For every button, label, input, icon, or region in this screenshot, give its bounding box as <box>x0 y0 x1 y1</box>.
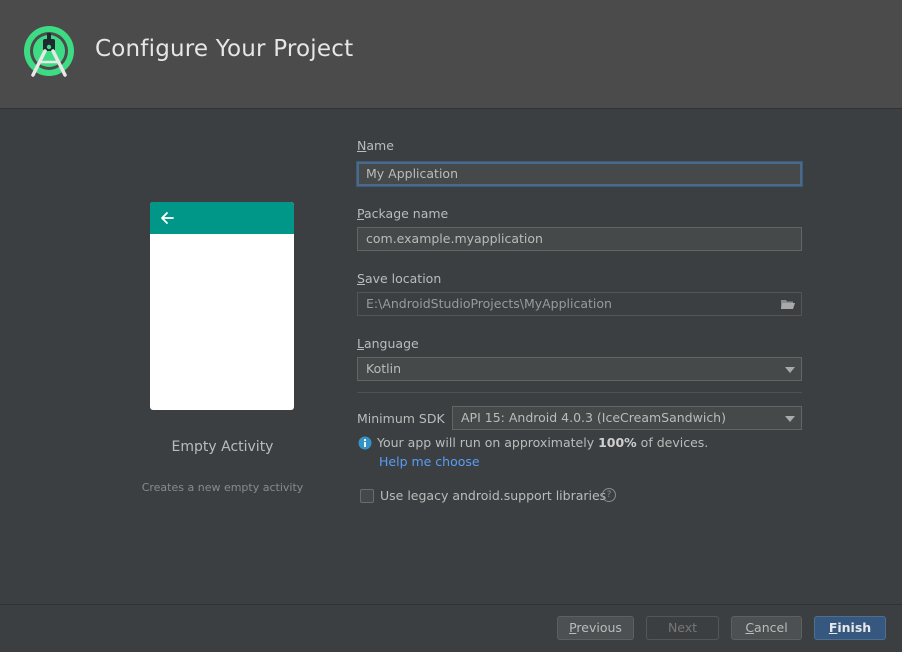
template-description: Creates a new empty activity <box>141 481 304 494</box>
chevron-down-icon <box>785 416 795 422</box>
name-field[interactable]: My Application <box>357 162 802 186</box>
minimum-sdk-value: API 15: Android 4.0.3 (IceCreamSandwich) <box>461 410 726 425</box>
coverage-percent: 100% <box>598 435 637 450</box>
save-location-label: Save location <box>357 271 442 286</box>
chevron-down-icon <box>785 367 795 373</box>
minimum-sdk-label: Minimum SDK <box>357 411 445 426</box>
next-button[interactable]: Next <box>646 616 719 640</box>
preview-app-bar <box>150 202 294 234</box>
language-dropdown[interactable]: Kotlin <box>357 357 802 381</box>
folder-icon[interactable] <box>781 298 795 310</box>
finish-button[interactable]: Finish <box>814 616 886 640</box>
name-label: Name <box>357 138 394 153</box>
package-name-field[interactable]: com.example.myapplication <box>357 227 802 251</box>
template-name: Empty Activity <box>171 439 274 455</box>
language-label: Language <box>357 336 419 351</box>
divider <box>357 392 802 393</box>
help-me-choose-link[interactable]: Help me choose <box>379 454 480 469</box>
arrow-left-icon <box>161 212 174 224</box>
previous-button[interactable]: Previous <box>557 616 634 640</box>
package-name-label: Package name <box>357 206 449 221</box>
template-preview-panel: Empty Activity Creates a new empty activ… <box>0 109 344 604</box>
save-location-field[interactable]: E:\AndroidStudioProjects\MyApplication <box>357 292 802 316</box>
activity-preview <box>150 202 294 410</box>
footer-divider <box>0 604 902 605</box>
legacy-support-label[interactable]: Use legacy android.support libraries <box>380 488 606 503</box>
language-value: Kotlin <box>366 361 401 376</box>
device-coverage-text: Your app will run on approximately 100% … <box>377 435 709 450</box>
dialog-title: Configure Your Project <box>95 36 354 62</box>
save-location-value: E:\AndroidStudioProjects\MyApplication <box>366 296 612 311</box>
cancel-button[interactable]: Cancel <box>731 616 802 640</box>
info-icon <box>358 436 372 450</box>
minimum-sdk-dropdown[interactable]: API 15: Android 4.0.3 (IceCreamSandwich) <box>452 406 802 430</box>
question-icon[interactable]: ? <box>602 488 616 502</box>
dialog-header: Configure Your Project <box>0 0 902 109</box>
legacy-support-checkbox[interactable] <box>360 489 374 503</box>
android-studio-icon <box>24 26 74 77</box>
